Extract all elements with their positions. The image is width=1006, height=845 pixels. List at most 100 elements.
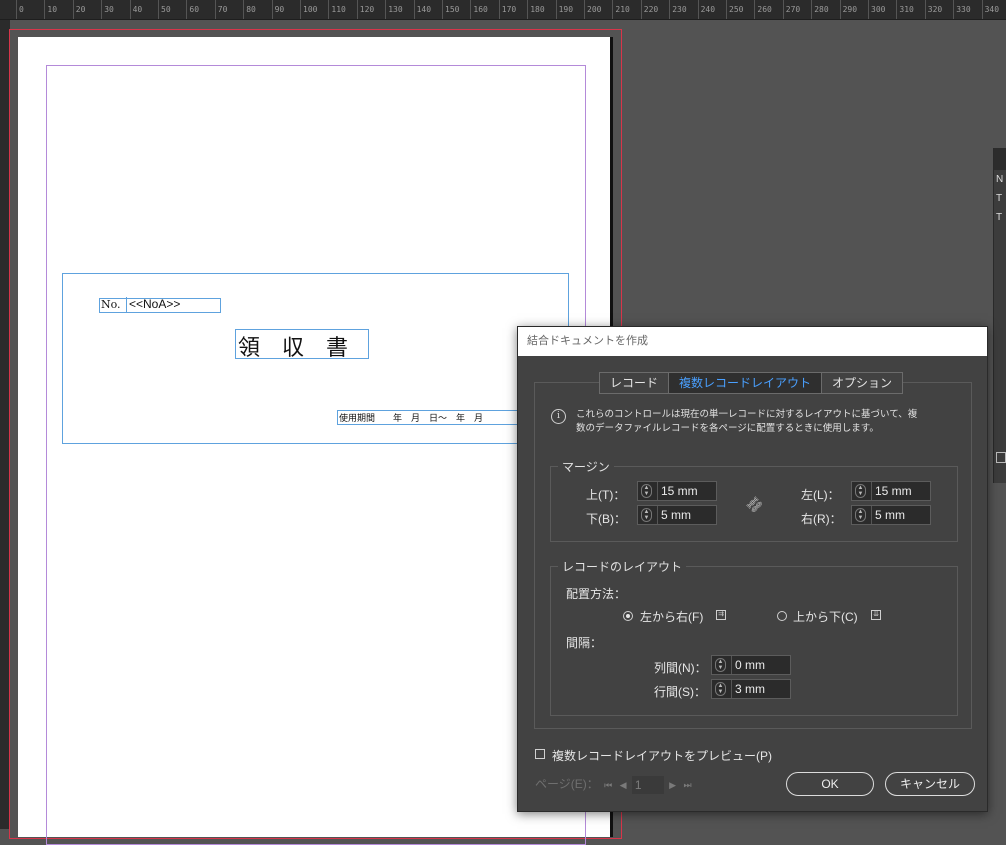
margin-left-value[interactable]: 15 mm bbox=[871, 482, 912, 500]
receipt-title: 領収書 bbox=[238, 336, 371, 361]
page-label: ページ(E)： bbox=[535, 777, 599, 791]
option-top-to-bottom-label[interactable]: 上から下(C) bbox=[793, 608, 858, 625]
ruler-tick-label: 150 bbox=[442, 0, 459, 19]
first-page-icon[interactable]: ⏮ bbox=[604, 780, 612, 790]
ruler-tick-label: 70 bbox=[214, 0, 227, 19]
margin-bottom-label: 下(B)： bbox=[586, 512, 626, 526]
ruler-tick-label: 230 bbox=[669, 0, 687, 19]
margin-top-value[interactable]: 15 mm bbox=[657, 482, 698, 500]
preview-checkbox[interactable] bbox=[535, 749, 545, 759]
next-page-icon[interactable]: ▶ bbox=[669, 780, 676, 790]
stepper-arrows-icon[interactable]: ▲ ▼ bbox=[855, 508, 866, 522]
margin-guide bbox=[46, 65, 586, 845]
ruler-tick-label: 320 bbox=[924, 0, 942, 19]
ruler-tick-label: 130 bbox=[385, 0, 403, 19]
ruler-tick-label: 50 bbox=[158, 0, 171, 19]
radio-top-to-bottom[interactable] bbox=[777, 611, 787, 621]
ruler-tick-label: 60 bbox=[186, 0, 199, 19]
row-spacing-value[interactable]: 3 mm bbox=[731, 680, 765, 698]
margin-right-input[interactable]: ▲ ▼ 5 mm bbox=[851, 505, 931, 525]
preview-label[interactable]: 複数レコードレイアウトをプレビュー(P) bbox=[552, 747, 772, 764]
side-panel-checkbox[interactable] bbox=[996, 452, 1006, 463]
margin-right-label: 右(R)： bbox=[801, 512, 842, 526]
info-text-line: これらのコントロールは現在の単一レコードに対するレイアウトに基づいて、複 bbox=[576, 409, 918, 420]
option-left-to-right-label[interactable]: 左から右(F) bbox=[640, 608, 703, 625]
ruler-tick-label: 140 bbox=[413, 0, 431, 19]
ruler-tick-label: 210 bbox=[612, 0, 630, 19]
margin-left-label: 左(L)： bbox=[801, 488, 840, 502]
ruler-tick-label: 200 bbox=[584, 0, 601, 19]
ruler-tick-label: 270 bbox=[782, 0, 800, 19]
row-spacing-label: 行間(S)： bbox=[654, 685, 706, 699]
margin-top-label: 上(T)： bbox=[586, 488, 626, 502]
ruler-tick-label: 240 bbox=[697, 0, 715, 19]
ruler-tick-label: 90 bbox=[271, 0, 284, 19]
ruler-tick-label: 190 bbox=[555, 0, 573, 19]
margin-bottom-value[interactable]: 5 mm bbox=[657, 506, 691, 524]
tab-record[interactable]: レコード bbox=[599, 372, 670, 394]
last-page-icon[interactable]: ⏭ bbox=[683, 780, 691, 790]
margin-legend: マージン bbox=[558, 458, 614, 475]
record-layout-legend: レコードのレイアウト bbox=[558, 558, 687, 575]
ruler-tick-label: 280 bbox=[811, 0, 829, 19]
side-panel-item[interactable]: N bbox=[994, 170, 1006, 189]
column-spacing-value[interactable]: 0 mm bbox=[731, 656, 765, 674]
horizontal-ruler[interactable]: 0 10 20 30 40 50 60 70 80 90 100 110 120 130 140 150 160… bbox=[0, 0, 1006, 20]
side-panel-item[interactable]: T bbox=[994, 208, 1006, 227]
stepper-arrows-icon[interactable]: ▲ ▼ bbox=[641, 508, 652, 522]
info-icon: i bbox=[551, 409, 566, 424]
tab-options[interactable]: オプション bbox=[821, 372, 904, 394]
column-spacing-input[interactable]: ▲ ▼ 0 mm bbox=[711, 655, 791, 675]
previous-page-icon[interactable]: ◀ bbox=[620, 780, 627, 790]
side-panel-header[interactable] bbox=[994, 148, 1006, 170]
ruler-tick-label: 260 bbox=[754, 0, 772, 19]
stepper-arrows-icon[interactable]: ▲ ▼ bbox=[715, 682, 726, 696]
stepper-arrows-icon[interactable]: ▲ ▼ bbox=[855, 484, 866, 498]
margin-top-input[interactable]: ▲ ▼ 15 mm bbox=[637, 481, 717, 501]
spacing-label: 間隔： bbox=[566, 636, 603, 650]
ruler-tick-label: 290 bbox=[839, 0, 857, 19]
create-merged-document-dialog: 結合ドキュメントを作成 レコード 複数レコードレイアウト オプション i これら… bbox=[517, 326, 988, 812]
ruler-tick-label: 310 bbox=[896, 0, 914, 19]
radio-left-to-right[interactable] bbox=[623, 611, 633, 621]
ruler-tick-label: 340 bbox=[981, 0, 999, 19]
tab-bar: レコード 複数レコードレイアウト オプション bbox=[599, 372, 904, 394]
ruler-tick-label: 250 bbox=[726, 0, 743, 19]
ruler-tick-label: 170 bbox=[498, 0, 516, 19]
left-to-right-layout-icon: ⇉ bbox=[716, 610, 726, 620]
cancel-button[interactable]: キャンセル bbox=[885, 772, 975, 796]
ruler-tick-label: 40 bbox=[129, 0, 142, 19]
tab-multiple-record-layout[interactable]: 複数レコードレイアウト bbox=[668, 372, 823, 394]
stepper-arrows-icon[interactable]: ▲ ▼ bbox=[641, 484, 652, 498]
ruler-tick-label: 100 bbox=[300, 0, 317, 19]
number-placeholder-field[interactable]: <<NoA>> bbox=[126, 297, 180, 312]
stepper-arrows-icon[interactable]: ▲ ▼ bbox=[715, 658, 726, 672]
margin-bottom-input[interactable]: ▲ ▼ 5 mm bbox=[637, 505, 717, 525]
usage-period-text: 使用期間 年 月 日～ 年 月 bbox=[339, 414, 484, 424]
ruler-tick-label: 0 bbox=[16, 0, 24, 19]
ruler-tick-label: 80 bbox=[243, 0, 256, 19]
top-to-bottom-layout-icon: ⇊ bbox=[871, 610, 881, 620]
side-panel[interactable]: N T T bbox=[993, 148, 1006, 483]
ok-button[interactable]: OK bbox=[786, 772, 874, 796]
ruler-tick-label: 10 bbox=[44, 0, 57, 19]
arrangement-label: 配置方法： bbox=[566, 587, 627, 601]
page-navigator: ページ(E)： ⏮ ◀ 1 ▶ ⏭ bbox=[535, 775, 694, 794]
dialog-title[interactable]: 結合ドキュメントを作成 bbox=[518, 327, 987, 356]
margin-right-value[interactable]: 5 mm bbox=[871, 506, 905, 524]
number-label: No. bbox=[101, 298, 121, 311]
ruler-tick-label: 110 bbox=[328, 0, 346, 19]
ruler-tick-label: 180 bbox=[527, 0, 545, 19]
ruler-tick-label: 330 bbox=[953, 0, 971, 19]
column-spacing-label: 列間(N)： bbox=[654, 661, 707, 675]
info-text-line: 数のデータファイルレコードを各ページに配置するときに使用します。 bbox=[576, 423, 879, 434]
ruler-tick-label: 300 bbox=[868, 0, 885, 19]
ruler-tick-label: 30 bbox=[101, 0, 114, 19]
page-number-input[interactable]: 1 bbox=[631, 775, 664, 794]
margin-left-input[interactable]: ▲ ▼ 15 mm bbox=[851, 481, 931, 501]
ruler-tick-label: 220 bbox=[640, 0, 658, 19]
info-text: これらのコントロールは現在の単一レコードに対するレイアウトに基づいて、複 数のデ… bbox=[576, 408, 956, 436]
side-panel-item[interactable]: T bbox=[994, 189, 1006, 208]
row-spacing-input[interactable]: ▲ ▼ 3 mm bbox=[711, 679, 791, 699]
ruler-tick-label: 160 bbox=[470, 0, 488, 19]
